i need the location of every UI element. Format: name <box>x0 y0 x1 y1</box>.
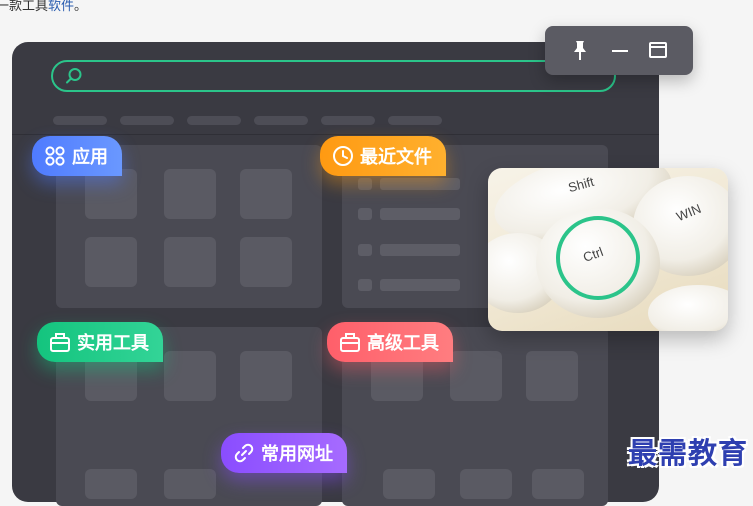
intro-suffix: 。 <box>74 0 88 13</box>
file-row-icon <box>358 178 372 190</box>
file-row[interactable] <box>380 279 460 291</box>
pin-icon[interactable] <box>569 39 591 61</box>
tool-tile[interactable] <box>450 351 502 401</box>
app-tile[interactable] <box>240 169 292 219</box>
file-row[interactable] <box>380 244 460 256</box>
keyboard-illustration: Shift Ctrl WIN <box>488 168 728 331</box>
practical-tools-tag-label: 实用工具 <box>77 333 149 353</box>
file-row-icon <box>358 279 372 291</box>
extra-card <box>342 446 608 506</box>
clock-icon <box>333 146 353 166</box>
practical-tools-tag[interactable]: 实用工具 <box>37 322 163 362</box>
site-tile[interactable] <box>460 469 512 499</box>
file-row[interactable] <box>380 178 460 190</box>
tool-tile[interactable] <box>240 351 292 401</box>
common-sites-tag-label: 常用网址 <box>261 444 333 464</box>
tool-tile[interactable] <box>526 351 578 401</box>
search-input[interactable] <box>51 60 616 92</box>
watermark-logo: 最需教育 <box>628 436 749 470</box>
app-tile[interactable] <box>240 237 292 287</box>
advanced-tools-tag[interactable]: 高级工具 <box>327 322 453 362</box>
recent-files-tag-label: 最近文件 <box>360 147 432 167</box>
nav-placeholder-2[interactable] <box>120 116 174 125</box>
tool-tile[interactable] <box>164 351 216 401</box>
file-row-icon <box>358 244 372 256</box>
link-icon <box>234 443 254 463</box>
toolbox-icon <box>50 333 70 352</box>
software-link[interactable]: 软件 <box>48 0 74 13</box>
toolbox-icon <box>340 333 360 352</box>
app-tile[interactable] <box>164 237 216 287</box>
file-row[interactable] <box>380 208 460 220</box>
file-row-icon <box>358 208 372 220</box>
site-tile[interactable] <box>164 469 216 499</box>
maximize-icon[interactable] <box>647 39 669 61</box>
search-icon <box>66 68 82 84</box>
nav-placeholder-5[interactable] <box>321 116 375 125</box>
intro-text: 一款工具软件。 <box>0 0 87 14</box>
nav-placeholder-6[interactable] <box>388 116 442 125</box>
minimize-icon[interactable] <box>609 39 631 61</box>
apps-grid-icon <box>45 146 65 166</box>
nav-placeholder-1[interactable] <box>53 116 107 125</box>
recent-files-tag[interactable]: 最近文件 <box>320 136 446 176</box>
app-tile[interactable] <box>85 237 137 287</box>
app-tile[interactable] <box>164 169 216 219</box>
nav-placeholder-4[interactable] <box>254 116 308 125</box>
keyboard-keys-image <box>488 168 728 331</box>
apps-tag-label: 应用 <box>72 147 108 167</box>
window-controls <box>545 26 693 75</box>
apps-tag[interactable]: 应用 <box>32 136 122 176</box>
site-tile[interactable] <box>85 469 137 499</box>
advanced-tools-tag-label: 高级工具 <box>367 333 439 353</box>
intro-prefix: 一款工具 <box>0 0 49 13</box>
site-tile[interactable] <box>532 469 584 499</box>
divider <box>12 134 659 135</box>
app-tile[interactable] <box>85 169 137 219</box>
site-tile[interactable] <box>383 469 435 499</box>
common-sites-tag[interactable]: 常用网址 <box>221 433 347 473</box>
nav-placeholder-3[interactable] <box>187 116 241 125</box>
